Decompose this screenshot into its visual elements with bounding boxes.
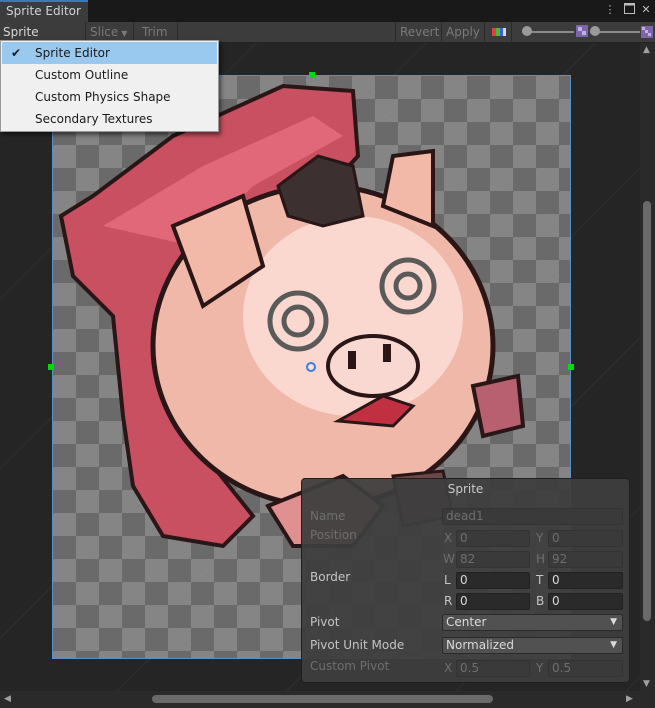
menu-item-secondary-textures[interactable]: Secondary Textures [2, 108, 217, 130]
pivot-value: Center [446, 615, 487, 629]
position-x-label: X [444, 531, 453, 545]
border-r-field[interactable]: 0 [456, 593, 530, 610]
menu-item-custom-outline[interactable]: Custom Outline [2, 64, 217, 86]
custom-pivot-y-field[interactable]: 0.5 [548, 660, 623, 677]
trim-button[interactable]: Trim [134, 22, 178, 42]
border-b-field[interactable]: 0 [548, 593, 623, 610]
tab-sprite-editor[interactable]: Sprite Editor [0, 0, 88, 22]
border-r-label: R [444, 594, 453, 608]
slice-label: Slice [90, 25, 119, 39]
window-title-bar: Sprite Editor ⋮ ✕ [0, 0, 655, 22]
vertical-scrollbar[interactable]: ▲ ▼ [640, 43, 655, 691]
name-field[interactable]: dead1 [442, 508, 623, 525]
revert-label: Revert [400, 25, 440, 39]
position-x-field[interactable]: 0 [456, 530, 530, 547]
tab-label: Sprite Editor [6, 4, 81, 18]
pivot-unit-mode-dropdown[interactable]: Normalized ▼ [442, 637, 623, 654]
menu-item-label: Secondary Textures [35, 112, 153, 126]
maximize-icon[interactable] [622, 3, 636, 17]
resize-handle-top[interactable] [309, 72, 315, 78]
mip-slider-knob[interactable] [590, 26, 600, 36]
color-channel-icon[interactable] [488, 22, 512, 42]
trim-label: Trim [142, 25, 168, 39]
border-b-label: B [536, 594, 545, 608]
position-h-label: H [536, 552, 546, 566]
mip-level-icon [641, 26, 653, 38]
position-w-field[interactable]: 82 [456, 551, 530, 568]
custom-pivot-x-field[interactable]: 0.5 [456, 660, 530, 677]
custom-pivot-x-label: X [444, 661, 453, 675]
apply-button[interactable]: Apply [442, 22, 485, 42]
sprite-properties-panel: Sprite Name dead1 Position X 0 Y 0 W 82 … [301, 478, 630, 683]
caret-down-icon: ▼ [610, 640, 617, 650]
position-w-label: W [443, 552, 455, 566]
checkmark-icon: ✔ [11, 46, 22, 60]
scroll-left-icon[interactable]: ◀ [4, 694, 11, 704]
resize-handle-left[interactable] [48, 364, 54, 370]
pivot-handle[interactable] [306, 362, 316, 372]
position-y-field[interactable]: 0 [548, 530, 623, 547]
border-t-label: T [536, 573, 544, 587]
caret-down-icon: ▼ [610, 617, 617, 627]
panel-title: Sprite [447, 482, 484, 496]
revert-button[interactable]: Revert [395, 22, 442, 42]
close-icon[interactable]: ✕ [639, 3, 653, 17]
scroll-right-icon[interactable]: ▶ [626, 694, 633, 704]
position-label: Position [310, 528, 357, 542]
scroll-up-icon[interactable]: ▲ [643, 45, 650, 55]
menu-item-label: Custom Outline [35, 68, 129, 82]
menu-item-custom-physics-shape[interactable]: Custom Physics Shape [2, 86, 217, 108]
custom-pivot-label: Custom Pivot [310, 659, 390, 673]
slice-dropdown[interactable]: Slice ▼ [86, 22, 134, 42]
mode-menu: ✔ Sprite Editor Custom Outline Custom Ph… [0, 40, 219, 132]
border-t-field[interactable]: 0 [548, 572, 623, 589]
position-y-label: Y [536, 531, 544, 545]
menu-item-label: Sprite Editor [35, 46, 110, 60]
mode-dropdown[interactable]: Sprite Editor▼ [0, 22, 86, 59]
scroll-down-icon[interactable]: ▼ [643, 679, 650, 689]
border-l-label: L [444, 573, 451, 587]
position-h-field[interactable]: 92 [548, 551, 623, 568]
vertical-scroll-thumb[interactable] [643, 201, 651, 621]
pivot-dropdown[interactable]: Center ▼ [442, 614, 623, 631]
caret-down-icon: ▼ [121, 29, 128, 38]
apply-label: Apply [446, 25, 480, 39]
name-label: Name [310, 509, 346, 523]
menu-item-label: Custom Physics Shape [35, 90, 171, 104]
pivot-label: Pivot [310, 615, 340, 629]
horizontal-scroll-thumb[interactable] [152, 695, 493, 703]
custom-pivot-y-label: Y [536, 661, 544, 675]
mip-level-icon [576, 25, 588, 37]
zoom-slider-knob[interactable] [522, 26, 532, 36]
pivot-unit-mode-label: Pivot Unit Mode [310, 638, 405, 652]
horizontal-scrollbar[interactable]: ◀ ▶ [0, 691, 655, 708]
border-l-field[interactable]: 0 [456, 572, 530, 589]
resize-handle-right[interactable] [568, 364, 574, 370]
pivot-unit-mode-value: Normalized [446, 638, 515, 652]
menu-item-sprite-editor[interactable]: ✔ Sprite Editor [2, 42, 217, 64]
border-label: Border [310, 570, 351, 584]
vertical-dots-icon[interactable]: ⋮ [603, 3, 617, 17]
